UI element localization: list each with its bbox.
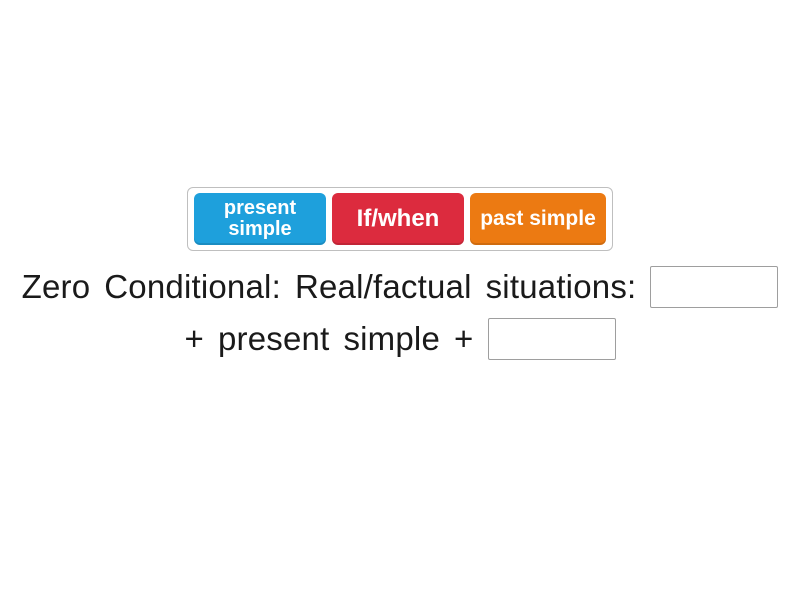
activity-stage: presentsimple If/when past simple Zero C… xyxy=(0,0,800,600)
sentence-word: situations: xyxy=(486,267,637,307)
tile-present-simple[interactable]: presentsimple xyxy=(194,193,326,245)
tile-past-simple[interactable]: past simple xyxy=(470,193,606,245)
sentence-word: Zero xyxy=(22,267,91,307)
sentence-word: Conditional: xyxy=(104,267,281,307)
drop-blank-2[interactable] xyxy=(488,318,616,360)
sentence-word: + xyxy=(454,319,473,359)
sentence: Zero Conditional: Real/factual situation… xyxy=(0,266,800,360)
sentence-word: present xyxy=(218,319,329,359)
drop-blank-1[interactable] xyxy=(650,266,778,308)
sentence-word: simple xyxy=(343,319,440,359)
tile-if-when[interactable]: If/when xyxy=(332,193,464,245)
tile-tray: presentsimple If/when past simple xyxy=(187,187,613,251)
sentence-word: + xyxy=(184,319,203,359)
sentence-word: Real/factual xyxy=(295,267,472,307)
